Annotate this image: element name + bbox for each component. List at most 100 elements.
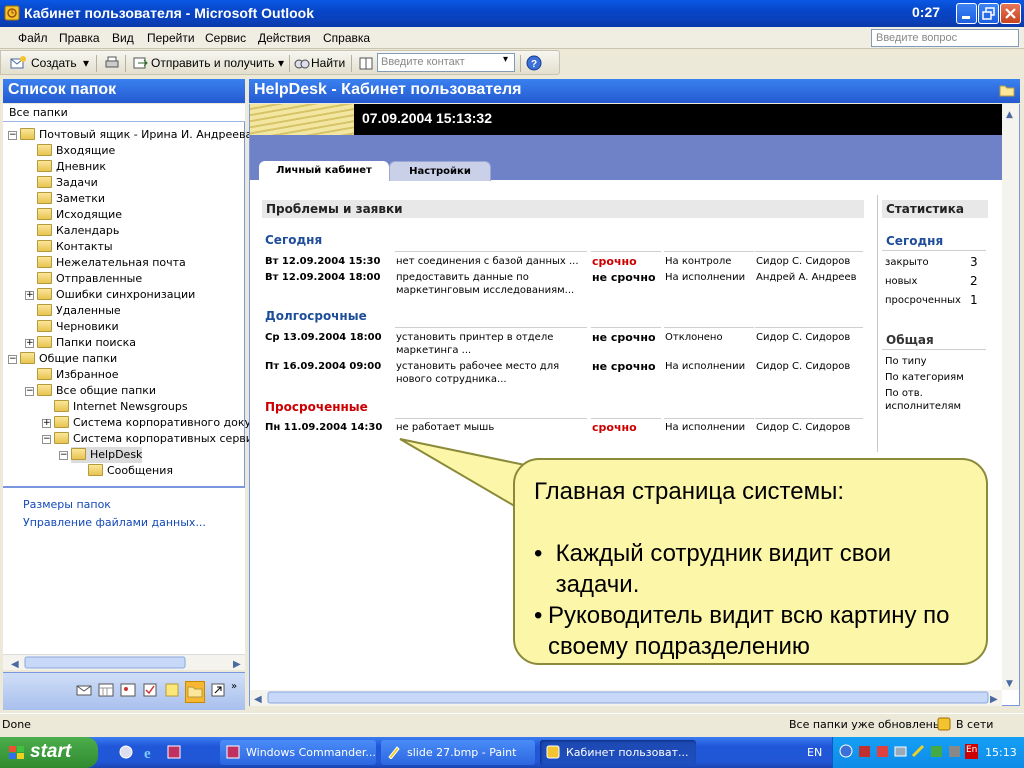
tray-icon-2[interactable] — [857, 744, 872, 759]
shortcuts-icon[interactable] — [209, 681, 227, 703]
task-outlook[interactable]: Кабинет пользоват... — [540, 740, 696, 765]
folder-outbox[interactable]: Исходящие — [37, 207, 122, 223]
menu-tools[interactable]: Сервис — [205, 31, 246, 45]
start-button[interactable]: start — [0, 737, 98, 768]
tray-icon-4[interactable] — [893, 744, 908, 759]
close-button[interactable] — [1000, 3, 1021, 24]
menu-go[interactable]: Перейти — [147, 31, 195, 45]
right-vertical-scrollbar[interactable]: ▲ ▼ — [1002, 104, 1019, 690]
tree-expander-docflow[interactable]: + — [42, 419, 51, 428]
language-indicator[interactable]: EN — [807, 746, 822, 759]
ticket-assignee: Сидор С. Сидоров — [756, 256, 851, 267]
find-contact-input[interactable]: Введите контакт — [377, 53, 515, 72]
problems-header: Проблемы и заявки — [262, 200, 864, 218]
menu-actions[interactable]: Действия — [258, 31, 311, 45]
folder-icon — [37, 272, 52, 284]
tree-expander-mailbox[interactable]: − — [8, 131, 17, 140]
folder-all-public[interactable]: Все общие папки — [37, 383, 156, 399]
folder-sent[interactable]: Отправленные — [37, 271, 142, 287]
ticket-description[interactable]: нет соединения с базой данных ... — [396, 255, 586, 268]
print-icon[interactable] — [103, 55, 121, 72]
folder-search-folders[interactable]: Папки поиска — [37, 335, 136, 351]
folder-services[interactable]: Система корпоративных сервисов — [54, 431, 272, 447]
status-online[interactable]: В сети — [956, 718, 993, 731]
folder-messages[interactable]: Сообщения — [88, 463, 173, 479]
task-windows-commander[interactable]: Windows Commander... — [220, 740, 376, 765]
tray-icon-5[interactable] — [911, 744, 926, 759]
menu-file[interactable]: Файл — [18, 31, 48, 45]
tree-expander-sync-errors[interactable]: + — [25, 291, 34, 300]
help-icon[interactable]: ? — [525, 55, 543, 72]
configure-buttons-icon[interactable]: » — [231, 681, 237, 703]
folder-contacts[interactable]: Контакты — [37, 239, 113, 255]
create-dropdown-icon[interactable]: ▾ — [83, 55, 89, 72]
tree-expander-public-folders[interactable]: − — [8, 355, 17, 364]
folder-deleted[interactable]: Удаленные — [37, 303, 121, 319]
all-folders-label[interactable]: Все папки — [3, 104, 245, 122]
folder-icon — [37, 208, 52, 220]
calendar-icon[interactable] — [97, 681, 115, 703]
tray-icon-6[interactable] — [929, 744, 944, 759]
contacts-icon[interactable] — [119, 681, 137, 703]
tray-icon-1[interactable] — [839, 744, 854, 759]
right-horizontal-scrollbar[interactable]: ◀ ▶ — [250, 690, 1002, 706]
tab-settings[interactable]: Настройки — [389, 161, 491, 181]
ask-question-input[interactable]: Введите вопрос — [871, 29, 1019, 47]
tree-expander-search-folders[interactable]: + — [25, 339, 34, 348]
folder-favorites[interactable]: Избранное — [37, 367, 118, 383]
notes-icon[interactable] — [163, 681, 181, 703]
ticket-description[interactable]: установить принтер в отделе маркетинга .… — [396, 331, 586, 357]
folder-drafts[interactable]: Черновики — [37, 319, 119, 335]
ticket-status: На исполнении — [665, 361, 746, 372]
stats-by-type-link[interactable]: По типу — [885, 355, 927, 368]
navigation-buttons: » — [3, 672, 245, 710]
menu-help[interactable]: Справка — [323, 31, 370, 45]
tray-icon-3[interactable] — [875, 744, 890, 759]
left-horizontal-scrollbar[interactable]: ◀ ▶ — [3, 654, 245, 670]
ticket-description[interactable]: предоставить данные по маркетинговым исс… — [396, 271, 586, 297]
contact-dropdown-icon[interactable]: ▾ — [503, 54, 508, 65]
folder-notes[interactable]: Заметки — [37, 191, 105, 207]
tree-expander-helpdesk[interactable]: − — [59, 451, 68, 460]
folder-public-folders[interactable]: Общие папки — [20, 351, 117, 367]
quick-launch-icon-3[interactable] — [166, 744, 182, 760]
tray-lang-icon[interactable]: En — [965, 744, 979, 759]
folder-helpdesk[interactable]: HelpDesk — [71, 447, 143, 463]
mail-icon[interactable] — [75, 681, 93, 703]
ticket-assignee: Сидор С. Сидоров — [756, 361, 851, 372]
find-button[interactable]: Найти — [311, 55, 345, 72]
menu-edit[interactable]: Правка — [59, 31, 100, 45]
tab-personal-cabinet[interactable]: Личный кабинет — [259, 161, 389, 181]
address-book-icon[interactable] — [357, 55, 375, 72]
folder-sync-errors[interactable]: Ошибки синхронизации — [37, 287, 195, 303]
folder-newsgroups[interactable]: Internet Newsgroups — [54, 399, 188, 415]
folder-mailbox[interactable]: Почтовый ящик - Ирина И. Андреева — [20, 127, 252, 143]
send-receive-dropdown-icon[interactable]: ▾ — [278, 55, 284, 72]
task-paint[interactable]: slide 27.bmp - Paint — [381, 740, 535, 765]
ticket-description[interactable]: не работает мышь — [396, 421, 586, 434]
stats-by-category-link[interactable]: По категориям — [885, 371, 964, 384]
current-datetime: 07.09.2004 15:13:32 — [362, 110, 492, 126]
tree-expander-all-public[interactable]: − — [25, 387, 34, 396]
folder-sizes-link[interactable]: Размеры папок — [23, 498, 111, 511]
ticket-description[interactable]: установить рабочее место для нового сотр… — [396, 360, 586, 386]
menu-view[interactable]: Вид — [112, 31, 134, 45]
minimize-button[interactable] — [956, 3, 977, 24]
data-files-link[interactable]: Управление файлами данных... — [23, 516, 206, 529]
ie-icon[interactable]: e — [142, 744, 158, 760]
folder-inbox[interactable]: Входящие — [37, 143, 115, 159]
stats-by-assignee-link[interactable]: По отв. исполнителям — [885, 387, 965, 413]
tree-expander-services[interactable]: − — [42, 435, 51, 444]
folder-list-icon[interactable] — [185, 681, 205, 703]
tray-icon-7[interactable] — [947, 744, 962, 759]
folder-tasks[interactable]: Задачи — [37, 175, 98, 191]
folder-junk[interactable]: Нежелательная почта — [37, 255, 186, 271]
quick-launch-icon-1[interactable] — [118, 744, 134, 760]
folder-journal[interactable]: Дневник — [37, 159, 106, 175]
outlook-icon — [4, 5, 20, 21]
create-button[interactable]: Создать — [31, 55, 77, 72]
folder-calendar[interactable]: Календарь — [37, 223, 119, 239]
tasks-icon[interactable] — [141, 681, 159, 703]
send-receive-button[interactable]: Отправить и получить — [151, 55, 275, 72]
restore-button[interactable] — [978, 3, 999, 24]
